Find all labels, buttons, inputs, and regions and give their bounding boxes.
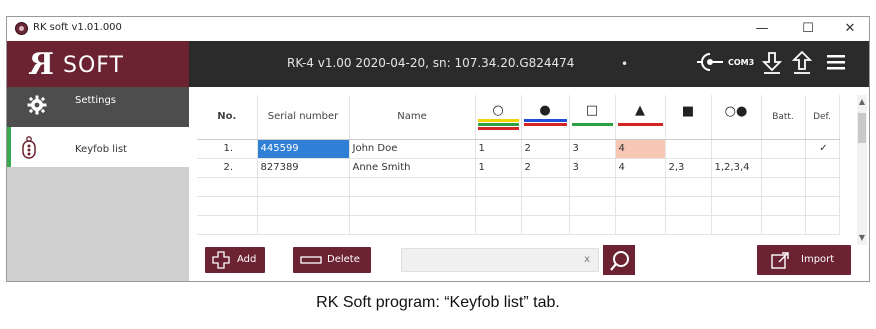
minimize-button[interactable]: — [745,18,779,40]
col-header-button-square: □ [569,95,616,140]
sidebar: Settings Keyfob list [7,87,189,281]
search-button[interactable] [603,245,635,275]
cell-serial[interactable]: 445599 [257,139,350,159]
add-button[interactable]: Add [205,247,265,273]
col-header-button-triangle: ▲ [615,95,666,140]
circle-outline-icon: ○ [492,102,504,118]
app-logo-icon [15,22,28,35]
color-bar-blue [523,118,567,122]
cell-default-check[interactable]: ✓ [805,139,840,159]
plus-icon [212,247,230,279]
col-header-no[interactable]: No. [197,95,258,140]
close-button[interactable]: ✕ [833,18,867,40]
download-icon[interactable] [761,51,783,77]
filled-circle-icon: ● [539,102,551,118]
cell-name[interactable]: John Doe [349,139,476,159]
cell-button-4[interactable]: 4 [615,139,666,159]
brand-logo: R SOFT [7,41,189,87]
keyfob-icon [21,136,37,164]
logo-text: SOFT [63,53,124,78]
col-header-button-combo: ○● [711,95,762,140]
table-scrollbar[interactable]: ▲ ▼ [857,95,867,245]
sidebar-item-label: Keyfob list [75,144,127,155]
cell-button-5[interactable] [665,139,712,159]
cell-button-3[interactable]: 3 [569,139,616,159]
color-bar-green [571,122,613,126]
keyfob-table: No. Serial number Name ○ ● □ ▲ ■ ○● Batt… [197,95,840,235]
sidebar-item-settings[interactable]: Settings [7,87,189,127]
cell-button-1[interactable]: 1 [475,139,522,159]
col-header-button-dot: ● [521,95,570,140]
menu-icon[interactable] [825,51,847,77]
color-bar-red [617,122,663,126]
color-bar-red [477,126,519,130]
triangle-icon: ▲ [635,102,645,118]
maximize-button[interactable]: ☐ [791,18,825,40]
col-header-button-filled-square: ■ [665,95,712,140]
logo-mark: R [29,47,54,82]
cell-button-6[interactable]: 1,2,3,4 [711,158,762,178]
com-port-label: COM3 [728,58,755,67]
upload-icon[interactable] [791,50,813,77]
cell-button-2[interactable]: 2 [521,139,570,159]
scroll-down-icon[interactable]: ▼ [857,233,867,242]
window-title: RK soft v1.01.000 [33,22,122,33]
keyfob-list-panel: No. Serial number Name ○ ● □ ▲ ■ ○● Batt… [189,87,869,281]
table-row-empty[interactable] [197,215,840,235]
table-header-row: No. Serial number Name ○ ● □ ▲ ■ ○● Batt… [197,95,840,140]
table-row[interactable]: 1. 445599 John Doe 1 2 3 4 ✓ [197,139,840,159]
cell-button-5[interactable]: 2,3 [665,158,712,178]
app-header: R SOFT RK-4 v1.00 2020-04-20, sn: 107.34… [7,41,869,87]
import-button[interactable]: Import [757,245,851,275]
col-header-name[interactable]: Name [349,95,476,140]
clear-search-icon[interactable]: x [584,254,590,265]
app-window: RK soft v1.01.000 — ☐ ✕ R SOFT RK-4 v1.0… [6,16,870,282]
cell-button-6[interactable] [711,139,762,159]
cell-no: 1. [197,139,258,159]
col-header-serial[interactable]: Serial number [257,95,350,140]
cell-button-2[interactable]: 2 [521,158,570,178]
cell-no: 2. [197,158,258,178]
cell-batt [761,139,806,159]
col-header-def[interactable]: Def. [805,95,840,140]
title-bar: RK soft v1.01.000 — ☐ ✕ [7,17,869,41]
square-outline-icon: □ [585,102,599,118]
import-icon [771,245,791,281]
figure-caption: RK Soft program: “Keyfob list” tab. [316,294,560,311]
filled-square-icon: ■ [681,103,695,119]
delete-button[interactable]: Delete [293,247,371,273]
gear-icon [27,95,47,119]
color-bar-green [477,122,519,126]
color-bar-red [523,122,567,126]
connect-icon[interactable] [697,51,723,77]
table-row-empty[interactable] [197,196,840,216]
cell-batt [761,158,806,178]
scroll-thumb[interactable] [858,113,866,143]
search-input[interactable]: x [401,248,599,272]
connection-indicator: • [621,57,629,71]
sidebar-item-keyfob-list[interactable]: Keyfob list [7,127,189,167]
sidebar-item-label: Settings [75,95,117,106]
color-bar-yellow [477,118,519,122]
cell-button-3[interactable]: 3 [569,158,616,178]
col-header-button-circle: ○ [475,95,522,140]
cell-button-4[interactable]: 4 [615,158,666,178]
circle-combo-icon: ○● [724,103,748,119]
col-header-batt[interactable]: Batt. [761,95,806,140]
minus-icon [300,247,322,279]
table-row-empty[interactable] [197,177,840,197]
table-row[interactable]: 2. 827389 Anne Smith 1 2 3 4 2,3 1,2,3,4 [197,158,840,178]
cell-default-check[interactable] [805,158,840,178]
cell-serial[interactable]: 827389 [257,158,350,178]
scroll-up-icon[interactable]: ▲ [857,97,867,106]
cell-name[interactable]: Anne Smith [349,158,476,178]
cell-button-1[interactable]: 1 [475,158,522,178]
device-info: RK-4 v1.00 2020-04-20, sn: 107.34.20.G82… [287,56,575,70]
